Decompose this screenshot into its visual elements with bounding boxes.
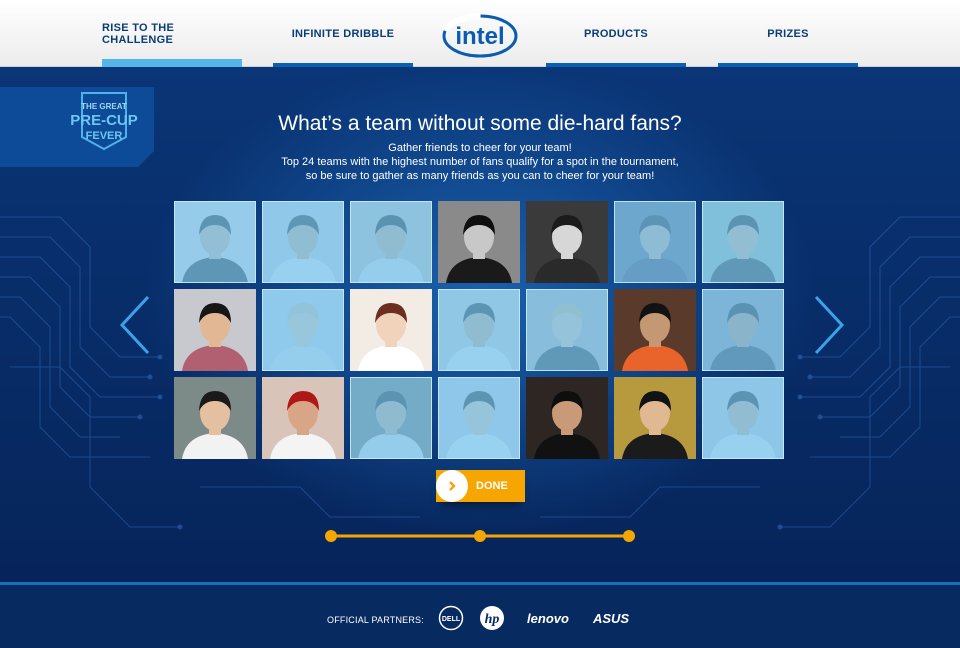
nav-products[interactable]: PRODUCTS (546, 0, 686, 67)
footer: OFFICIAL PARTNERS: DELL hp lenovo ASUS (0, 582, 960, 648)
friend-avatar (174, 201, 256, 283)
friend-photo-tile[interactable] (262, 289, 344, 371)
friend-avatar (438, 201, 520, 283)
friend-photo-tile[interactable] (174, 289, 256, 371)
done-button[interactable]: DONE (436, 470, 525, 502)
next-arrow-icon[interactable] (812, 295, 846, 355)
friend-photo-tile[interactable] (350, 289, 432, 371)
friend-photo-tile[interactable] (702, 289, 784, 371)
previous-arrow-icon[interactable] (118, 295, 152, 355)
friend-avatar (702, 289, 784, 371)
progress-step-1[interactable] (325, 530, 337, 542)
friend-avatar (262, 201, 344, 283)
friend-photo-tile[interactable] (438, 289, 520, 371)
subtext-line-3: so be sure to gather as many friends as … (305, 170, 655, 182)
svg-text:DELL: DELL (442, 616, 461, 623)
friend-photo-tile[interactable] (614, 201, 696, 283)
dell-logo-icon[interactable]: DELL (438, 605, 464, 631)
subtext-line-1: Gather friends to cheer for your team! (388, 142, 572, 154)
friend-avatar (526, 377, 608, 459)
friend-photo-tile[interactable] (526, 377, 608, 459)
friend-photo-tile[interactable] (526, 201, 608, 283)
logo-text: intel (455, 23, 504, 50)
subtext-line-2: Top 24 teams with the highest number of … (281, 156, 679, 168)
chevron-right-icon (436, 470, 468, 502)
nav-label: PRODUCTS (583, 27, 649, 40)
friend-photo-tile[interactable] (262, 201, 344, 283)
friend-photo-tile[interactable] (702, 377, 784, 459)
friend-photo-tile[interactable] (350, 377, 432, 459)
friend-avatar (350, 201, 432, 283)
intel-logo[interactable]: intel (440, 10, 520, 60)
friend-photo-tile[interactable] (702, 201, 784, 283)
friend-avatar (438, 377, 520, 459)
friend-avatar (526, 201, 608, 283)
friend-avatar (350, 289, 432, 371)
friend-avatar (262, 289, 344, 371)
friend-avatar (438, 289, 520, 371)
friend-photo-tile[interactable] (438, 377, 520, 459)
friend-photo-tile[interactable] (174, 201, 256, 283)
friend-avatar (174, 289, 256, 371)
friend-photo-grid (174, 201, 786, 459)
friend-avatar (614, 377, 696, 459)
progress-step-2[interactable] (474, 530, 486, 542)
nav-label: INFINITE DRIBBLE (291, 27, 395, 40)
svg-text:hp: hp (485, 612, 500, 627)
official-partners-label: OFFICIAL PARTNERS: (327, 615, 424, 625)
asus-logo-icon[interactable]: ASUS (587, 605, 635, 631)
friend-photo-tile[interactable] (526, 289, 608, 371)
friend-avatar (350, 377, 432, 459)
friend-avatar (614, 201, 696, 283)
nav-infinite-dribble[interactable]: INFINITE DRIBBLE (273, 0, 413, 67)
progress-step-3[interactable] (623, 530, 635, 542)
nav-active-indicator (102, 59, 242, 67)
page-headline: What’s a team without some die-hard fans… (278, 112, 682, 135)
friend-avatar (526, 289, 608, 371)
friend-photo-tile[interactable] (614, 289, 696, 371)
friend-photo-tile[interactable] (350, 201, 432, 283)
top-navigation: RISE TO THE CHALLENGE INFINITE DRIBBLE i… (0, 0, 960, 67)
nav-label: RISE TO THE CHALLENGE (102, 21, 175, 46)
friend-avatar (262, 377, 344, 459)
nav-prizes[interactable]: PRIZES (718, 0, 858, 67)
nav-label: PRIZES (767, 27, 809, 40)
nav-rise-to-the-challenge[interactable]: RISE TO THE CHALLENGE (102, 0, 242, 67)
done-label: DONE (476, 480, 508, 492)
svg-text:lenovo: lenovo (527, 611, 569, 626)
hp-logo-icon[interactable]: hp (479, 605, 505, 631)
step-progress-bar (325, 530, 635, 542)
friend-avatar (702, 377, 784, 459)
friend-photo-tile[interactable] (174, 377, 256, 459)
lenovo-logo-icon[interactable]: lenovo (518, 605, 578, 631)
svg-text:ASUS: ASUS (592, 611, 629, 626)
friend-photo-tile[interactable] (262, 377, 344, 459)
friend-avatar (614, 289, 696, 371)
friend-avatar (174, 377, 256, 459)
friend-photo-tile[interactable] (614, 377, 696, 459)
badge-line-1: THE GREAT (81, 102, 127, 111)
friend-avatar (702, 201, 784, 283)
friend-photo-tile[interactable] (438, 201, 520, 283)
